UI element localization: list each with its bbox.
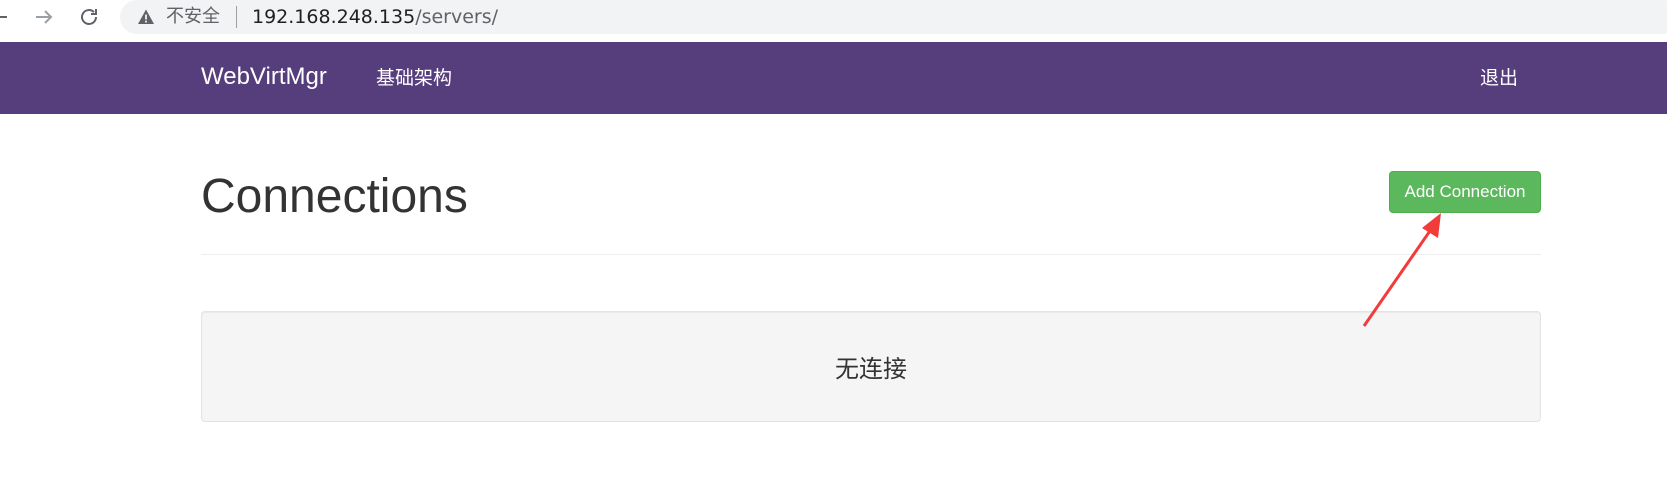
empty-message: 无连接: [835, 355, 907, 383]
browser-toolbar: 不安全 192.168.248.135/servers/: [0, 0, 1667, 36]
nav-link-infrastructure[interactable]: 基础架构: [376, 66, 452, 90]
url-host: 192.168.248.135: [252, 6, 416, 28]
forward-icon[interactable]: [31, 4, 57, 30]
page-title: Connections: [201, 170, 468, 223]
header-divider: [201, 254, 1541, 255]
warning-icon[interactable]: [137, 8, 155, 26]
url-path: /servers/: [415, 6, 499, 28]
empty-connections-panel: 无连接: [201, 311, 1541, 422]
back-icon[interactable]: [0, 4, 12, 30]
address-separator: [236, 6, 237, 28]
logout-link[interactable]: 退出: [1480, 66, 1518, 90]
insecure-label: 不安全: [166, 6, 220, 27]
navbar: WebVirtMgr 基础架构 退出: [0, 42, 1667, 114]
brand-link[interactable]: WebVirtMgr: [201, 62, 327, 92]
url-text[interactable]: 192.168.248.135/servers/: [252, 5, 498, 29]
add-connection-button[interactable]: Add Connection: [1389, 171, 1541, 213]
reload-icon[interactable]: [76, 4, 102, 30]
